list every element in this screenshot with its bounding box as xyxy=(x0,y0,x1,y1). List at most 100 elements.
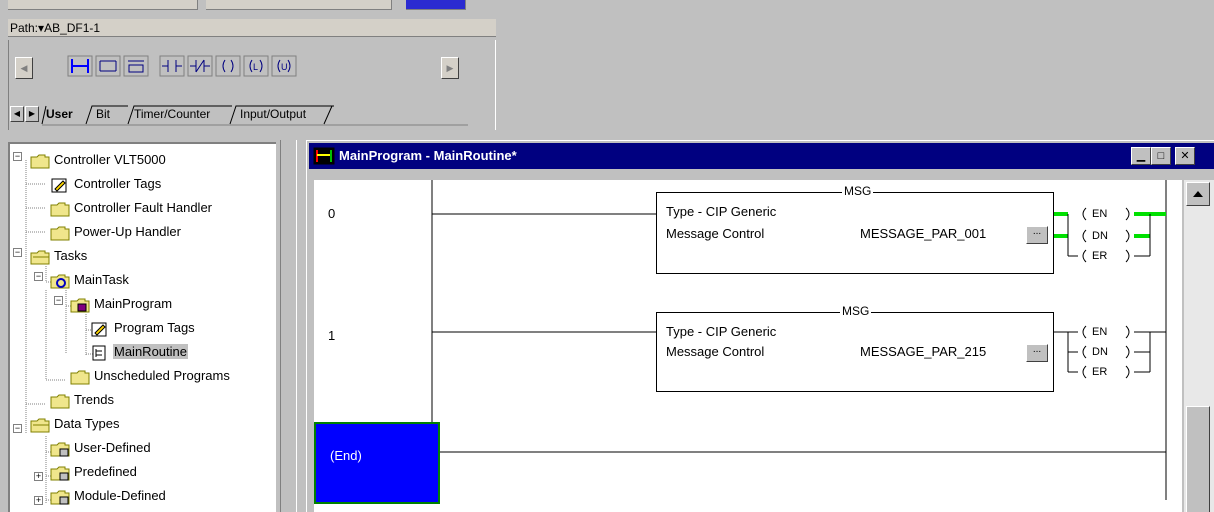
minimize-button[interactable]: ▁ xyxy=(1131,147,1151,165)
tree-item-label: Controller Fault Handler xyxy=(74,200,213,215)
maximize-button[interactable]: □ xyxy=(1151,147,1171,165)
branch-icon xyxy=(95,55,121,77)
examine-off-icon xyxy=(187,55,213,77)
instruction-tab-row: ◀ ▶ User Bit Timer/Counter Input/Output xyxy=(8,104,468,126)
unlatch-coil-icon: U xyxy=(271,55,297,77)
pane-splitter[interactable] xyxy=(276,140,300,512)
datatype-icon xyxy=(50,466,70,481)
output-coil-icon xyxy=(215,55,241,77)
tree-item-label: MainProgram xyxy=(94,296,173,311)
msg-browse-button[interactable]: ... xyxy=(1026,344,1048,362)
msg-control-tag[interactable]: MESSAGE_PAR_001 xyxy=(860,226,986,241)
folder-open-icon xyxy=(30,250,50,265)
collapse-icon[interactable]: − xyxy=(34,272,43,281)
output-er-label: ER xyxy=(1092,250,1108,262)
tree-item-maintask[interactable]: MainTask xyxy=(50,268,130,292)
msg-control-tag[interactable]: MESSAGE_PAR_215 xyxy=(860,344,986,359)
msg-browse-button[interactable]: ... xyxy=(1026,226,1048,244)
otu-button[interactable]: U xyxy=(271,55,297,77)
toolbar-segment-active[interactable] xyxy=(406,0,466,10)
rung-button[interactable] xyxy=(67,55,93,77)
branch-level-icon xyxy=(123,55,149,77)
folder-icon xyxy=(70,370,90,385)
msg-control-label: Message Control xyxy=(666,226,765,241)
ladder-diagram-area[interactable]: 0 MSG Type - CIP Generic Message Control… xyxy=(314,180,1182,512)
tree-item-user-defined[interactable]: User-Defined xyxy=(50,436,152,460)
folder-icon xyxy=(30,154,50,169)
toolbar-segment xyxy=(8,0,198,10)
tags-icon xyxy=(91,322,107,337)
tree-item-program-tags[interactable]: Program Tags xyxy=(90,316,196,340)
task-icon xyxy=(50,274,70,289)
top-toolbar-strip xyxy=(8,0,478,10)
rung-number[interactable]: 0 xyxy=(328,206,335,221)
output-dn-label: DN xyxy=(1092,346,1108,358)
msg-type-label: Type - CIP Generic xyxy=(666,324,777,339)
tree-item-label: Power-Up Handler xyxy=(74,224,181,239)
svg-text:U: U xyxy=(281,62,288,72)
xic-button[interactable] xyxy=(159,55,185,77)
window-title: MainProgram - MainRoutine* xyxy=(339,148,517,163)
collapse-icon[interactable]: − xyxy=(13,152,22,161)
datatype-icon xyxy=(50,442,70,457)
tree-item-label: User-Defined xyxy=(74,440,151,455)
collapse-icon[interactable]: − xyxy=(54,296,63,305)
tree-item-controller-fault-handler[interactable]: Controller Fault Handler xyxy=(50,196,213,220)
branch-button[interactable] xyxy=(95,55,121,77)
tree-item-controller-tags[interactable]: Controller Tags xyxy=(50,172,162,196)
tree-item-label: Tasks xyxy=(54,248,88,263)
output-er-label: ER xyxy=(1092,366,1108,378)
scrollbar-thumb[interactable] xyxy=(1186,406,1210,512)
controller-organizer-tree: − − − − − + + Controller VLT5000 Control… xyxy=(8,142,276,512)
output-dn-label: DN xyxy=(1092,230,1108,242)
tree-item-label: Module-Defined xyxy=(74,488,166,503)
collapse-icon[interactable]: − xyxy=(13,424,22,433)
toolbar-scroll-right-button[interactable]: ▶ xyxy=(441,57,459,79)
path-bar: Path:▾AB_DF1-1 xyxy=(8,19,496,37)
expand-icon[interactable]: + xyxy=(34,472,43,481)
msg-control-label: Message Control xyxy=(666,344,765,359)
vertical-scrollbar[interactable] xyxy=(1184,180,1214,512)
tree-item-label: Trends xyxy=(74,392,114,407)
path-value[interactable]: AB_DF1-1 xyxy=(44,21,100,35)
tree-item-tasks[interactable]: Tasks xyxy=(30,244,88,268)
program-icon xyxy=(70,298,90,313)
ladder-window-icon xyxy=(313,147,335,165)
instruction-mnemonic: MSG xyxy=(842,184,874,198)
close-button[interactable]: ✕ xyxy=(1175,147,1195,165)
toolbar-scroll-left-button[interactable]: ◀ xyxy=(15,57,33,79)
latch-coil-icon: L xyxy=(243,55,269,77)
rung-icon xyxy=(67,55,93,77)
expand-icon[interactable]: + xyxy=(34,496,43,505)
tree-item-mainprogram[interactable]: MainProgram xyxy=(70,292,173,316)
tree-item-module-defined[interactable]: Module-Defined xyxy=(50,484,167,508)
toolbar-segment xyxy=(206,0,392,10)
window-title-bar[interactable]: MainProgram - MainRoutine* ▁ □ ✕ xyxy=(309,143,1214,169)
tags-icon xyxy=(51,178,67,193)
tab-outline xyxy=(41,105,468,126)
tree-item-label: Data Types xyxy=(54,416,120,431)
tree-item-label: Program Tags xyxy=(114,320,195,335)
msg-type-label: Type - CIP Generic xyxy=(666,204,777,219)
xio-button[interactable] xyxy=(187,55,213,77)
tree-item-predefined[interactable]: Predefined xyxy=(50,460,138,484)
rung-number[interactable]: 1 xyxy=(328,328,335,343)
tree-item-mainroutine[interactable]: MainRoutine xyxy=(90,340,188,364)
branch-level-button[interactable] xyxy=(123,55,149,77)
tree-item-controller[interactable]: Controller VLT5000 xyxy=(30,148,167,172)
ote-button[interactable] xyxy=(215,55,241,77)
end-rung-marker[interactable]: (End) xyxy=(314,422,440,504)
tree-item-power-up-handler[interactable]: Power-Up Handler xyxy=(50,220,182,244)
tree-item-data-types[interactable]: Data Types xyxy=(30,412,121,436)
scroll-up-button[interactable] xyxy=(1186,182,1210,206)
arrow-up-icon xyxy=(1193,191,1203,197)
tree-item-trends[interactable]: Trends xyxy=(50,388,115,412)
output-en-label: EN xyxy=(1092,326,1108,338)
otl-button[interactable]: L xyxy=(243,55,269,77)
folder-open-icon xyxy=(30,418,50,433)
tree-item-label: Unscheduled Programs xyxy=(94,368,230,383)
svg-text:L: L xyxy=(253,62,258,72)
folder-icon xyxy=(50,226,70,241)
tree-item-unscheduled-programs[interactable]: Unscheduled Programs xyxy=(70,364,231,388)
collapse-icon[interactable]: − xyxy=(13,248,22,257)
